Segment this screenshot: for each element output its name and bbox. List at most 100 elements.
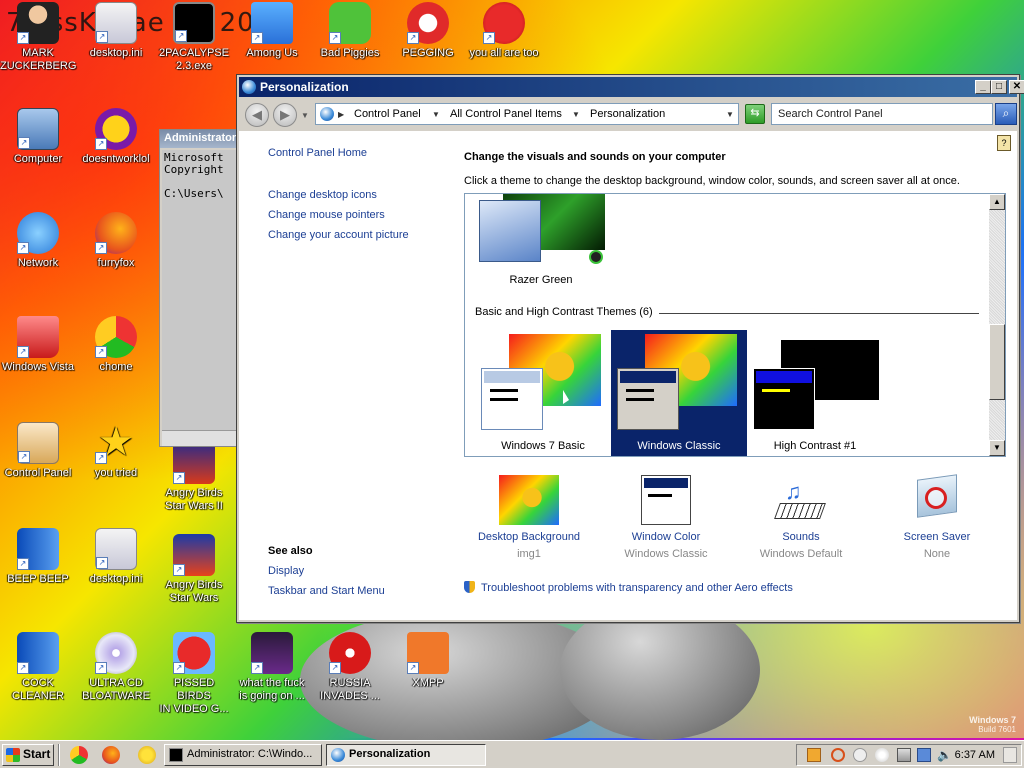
see-also-heading: See also bbox=[268, 545, 313, 557]
theme-high-contrast-1[interactable]: High Contrast #1 bbox=[747, 330, 883, 456]
search-input[interactable]: Search Control Panel bbox=[771, 103, 993, 125]
uac-shield-icon bbox=[464, 581, 475, 593]
show-desktop-button[interactable] bbox=[1003, 747, 1017, 763]
taskbar-start-menu-link[interactable]: Taskbar and Start Menu bbox=[268, 585, 385, 597]
tray-network-icon[interactable] bbox=[917, 748, 931, 762]
help-icon[interactable]: ? bbox=[997, 135, 1011, 151]
desktop-icon[interactable]: ↗ desktop.ini bbox=[78, 528, 154, 586]
breadcrumb-chevron-icon[interactable]: ▶ bbox=[338, 110, 344, 119]
scroll-up-arrow-icon[interactable]: ▲ bbox=[989, 194, 1005, 210]
desktop-icon[interactable]: ↗ Angry Birds Star Wars II bbox=[156, 442, 232, 513]
maximize-button[interactable]: □ bbox=[991, 80, 1007, 94]
desktop-icon[interactable]: ↗ MARK ZUCKERBERG bbox=[0, 2, 76, 73]
tray-minus-icon[interactable] bbox=[853, 748, 867, 762]
basic-window-thumbnail bbox=[481, 368, 543, 430]
theme-list-scrollbar[interactable]: ▲ ▼ bbox=[989, 194, 1005, 456]
change-desktop-icons-link[interactable]: Change desktop icons bbox=[268, 189, 409, 201]
desktop-icon[interactable]: ↗ RUSSIA INVADES ... bbox=[312, 632, 388, 703]
tray-disc-icon[interactable] bbox=[875, 748, 889, 762]
scroll-thumb[interactable] bbox=[989, 324, 1005, 400]
setting-title[interactable]: Window Color bbox=[606, 531, 726, 543]
cmd-window-titlebar[interactable]: Administrator bbox=[160, 130, 240, 148]
setting-title[interactable]: Screen Saver bbox=[877, 531, 997, 543]
address-bar[interactable]: ▶ Control Panel ▼ All Control Panel Item… bbox=[315, 103, 739, 125]
breadcrumb-control-panel[interactable]: Control Panel bbox=[354, 108, 421, 120]
tray-app-icon[interactable] bbox=[807, 748, 821, 762]
desktop-icon[interactable]: ↗ ULTRA CD BLOATWARE bbox=[78, 632, 154, 703]
search-icon[interactable]: ⌕ bbox=[995, 103, 1017, 125]
forward-button[interactable]: ▶ bbox=[273, 103, 297, 127]
desktop-icon[interactable]: ↗ Network bbox=[0, 212, 76, 270]
desktop-icon[interactable]: ↗ PEGGING bbox=[390, 2, 466, 60]
desktop-icon[interactable]: ↗ Computer bbox=[0, 108, 76, 166]
theme-label: High Contrast #1 bbox=[773, 440, 857, 452]
control-panel-home-link[interactable]: Control Panel Home bbox=[268, 147, 409, 159]
theme-windows-classic[interactable]: Windows Classic bbox=[611, 330, 747, 456]
desktop-icon-label: Angry Birds Star Wars bbox=[165, 579, 223, 604]
desktop-icon[interactable]: ↗ Control Panel bbox=[0, 422, 76, 480]
task-administrator-cmd[interactable]: Administrator: C:\Windo... bbox=[164, 744, 322, 766]
display-link[interactable]: Display bbox=[268, 565, 385, 577]
desktop-icon[interactable]: ↗ furryfox bbox=[78, 212, 154, 270]
setting-value: None bbox=[923, 548, 951, 560]
sounds-setting[interactable]: ♫ Sounds Windows Default bbox=[741, 475, 861, 560]
theme-label: Razer Green bbox=[509, 274, 573, 286]
cmd-exe-icon: ↗ bbox=[173, 2, 215, 44]
breadcrumb-all-items[interactable]: All Control Panel Items bbox=[450, 108, 562, 120]
change-mouse-pointers-link[interactable]: Change mouse pointers bbox=[268, 209, 409, 221]
desktop-icon[interactable]: ↗ doesntworklol bbox=[78, 108, 154, 166]
scroll-down-arrow-icon[interactable]: ▼ bbox=[989, 440, 1005, 456]
volume-icon[interactable]: 🔈 bbox=[937, 748, 952, 762]
screen-saver-setting[interactable]: Screen Saver None bbox=[877, 474, 997, 560]
back-button[interactable]: ◀ bbox=[245, 103, 269, 127]
desktop-icon[interactable]: ↗ you all are too bbox=[466, 2, 542, 60]
change-account-picture-link[interactable]: Change your account picture bbox=[268, 229, 409, 241]
desktop-icon-label: desktop.ini bbox=[89, 47, 143, 59]
cmd-window-output: Microsoft Copyright C:\Users\ bbox=[162, 150, 240, 430]
desktop-icon[interactable]: ↗ Windows Vista bbox=[0, 316, 76, 374]
address-dropdown-icon[interactable]: ▼ bbox=[726, 110, 734, 119]
desktop-icon[interactable]: ↗ BEEP BEEP bbox=[0, 528, 76, 586]
sun-quicklaunch-icon[interactable] bbox=[138, 746, 156, 764]
desktop-icon[interactable]: ↗ what the fuck is going on ... bbox=[234, 632, 310, 703]
desktop-icon[interactable]: ↗ Angry Birds Star Wars bbox=[156, 534, 232, 605]
page-title: Change the visuals and sounds on your co… bbox=[464, 151, 726, 163]
shortcut-arrow-icon: ↗ bbox=[17, 346, 29, 358]
window-color-setting[interactable]: Window Color Windows Classic bbox=[606, 475, 726, 560]
desktop-icon[interactable]: ↗ chome bbox=[78, 316, 154, 374]
theme-razer-green[interactable]: Razer Green bbox=[473, 194, 609, 292]
chrome-quicklaunch-icon[interactable] bbox=[70, 746, 88, 764]
window-titlebar[interactable]: Personalization _ □ ✕ bbox=[239, 77, 1024, 97]
task-personalization[interactable]: Personalization bbox=[326, 744, 486, 766]
close-button[interactable]: ✕ bbox=[1009, 80, 1024, 94]
tray-search-icon[interactable] bbox=[831, 748, 845, 762]
desktop-icon[interactable]: ↗ COCK CLEANER bbox=[0, 632, 76, 703]
recent-pages-chevron-icon[interactable]: ▼ bbox=[301, 111, 309, 120]
breadcrumb-chevron-icon[interactable]: ▼ bbox=[572, 110, 580, 119]
breadcrumb-chevron-icon[interactable]: ▼ bbox=[432, 110, 440, 119]
cmd-window-hscrollbar[interactable] bbox=[162, 430, 240, 446]
control-panel-icon: ↗ bbox=[17, 422, 59, 464]
cmd-window[interactable]: Administrator Microsoft Copyright C:\Use… bbox=[159, 129, 241, 447]
desktop-icon[interactable]: ↗ PISSED BIRDS IN VIDEO G... bbox=[156, 632, 232, 716]
desktop-icon[interactable]: ↗ desktop.ini bbox=[78, 2, 154, 60]
clock[interactable]: 6:37 AM bbox=[955, 749, 995, 761]
tray-flag-icon[interactable] bbox=[897, 748, 911, 762]
desktop-icon[interactable]: ↗ Among Us bbox=[234, 2, 310, 60]
minimize-button[interactable]: _ bbox=[975, 80, 991, 94]
desktop-icon[interactable]: ↗ Bad Piggies bbox=[312, 2, 388, 60]
troubleshoot-aero-link[interactable]: Troubleshoot problems with transparency … bbox=[464, 581, 793, 594]
desktop-icon[interactable]: ↗ 2PACALYPSE 2.3.exe bbox=[156, 2, 232, 73]
desktop-icon[interactable]: ★ ↗ you tried bbox=[78, 422, 154, 480]
setting-title[interactable]: Sounds bbox=[741, 531, 861, 543]
shortcut-arrow-icon: ↗ bbox=[17, 32, 29, 44]
breadcrumb-personalization[interactable]: Personalization bbox=[590, 108, 665, 120]
setting-title[interactable]: Desktop Background bbox=[469, 531, 589, 543]
refresh-button[interactable]: ⇆ bbox=[745, 104, 765, 124]
desktop-icon[interactable]: ↗ XMPP bbox=[390, 632, 466, 690]
windows-logo-icon bbox=[6, 748, 20, 762]
firefox-quicklaunch-icon[interactable] bbox=[102, 746, 120, 764]
theme-windows-7-basic[interactable]: Windows 7 Basic bbox=[475, 330, 611, 456]
desktop-background-setting[interactable]: Desktop Background img1 bbox=[469, 475, 589, 560]
start-button[interactable]: Start bbox=[2, 744, 54, 766]
